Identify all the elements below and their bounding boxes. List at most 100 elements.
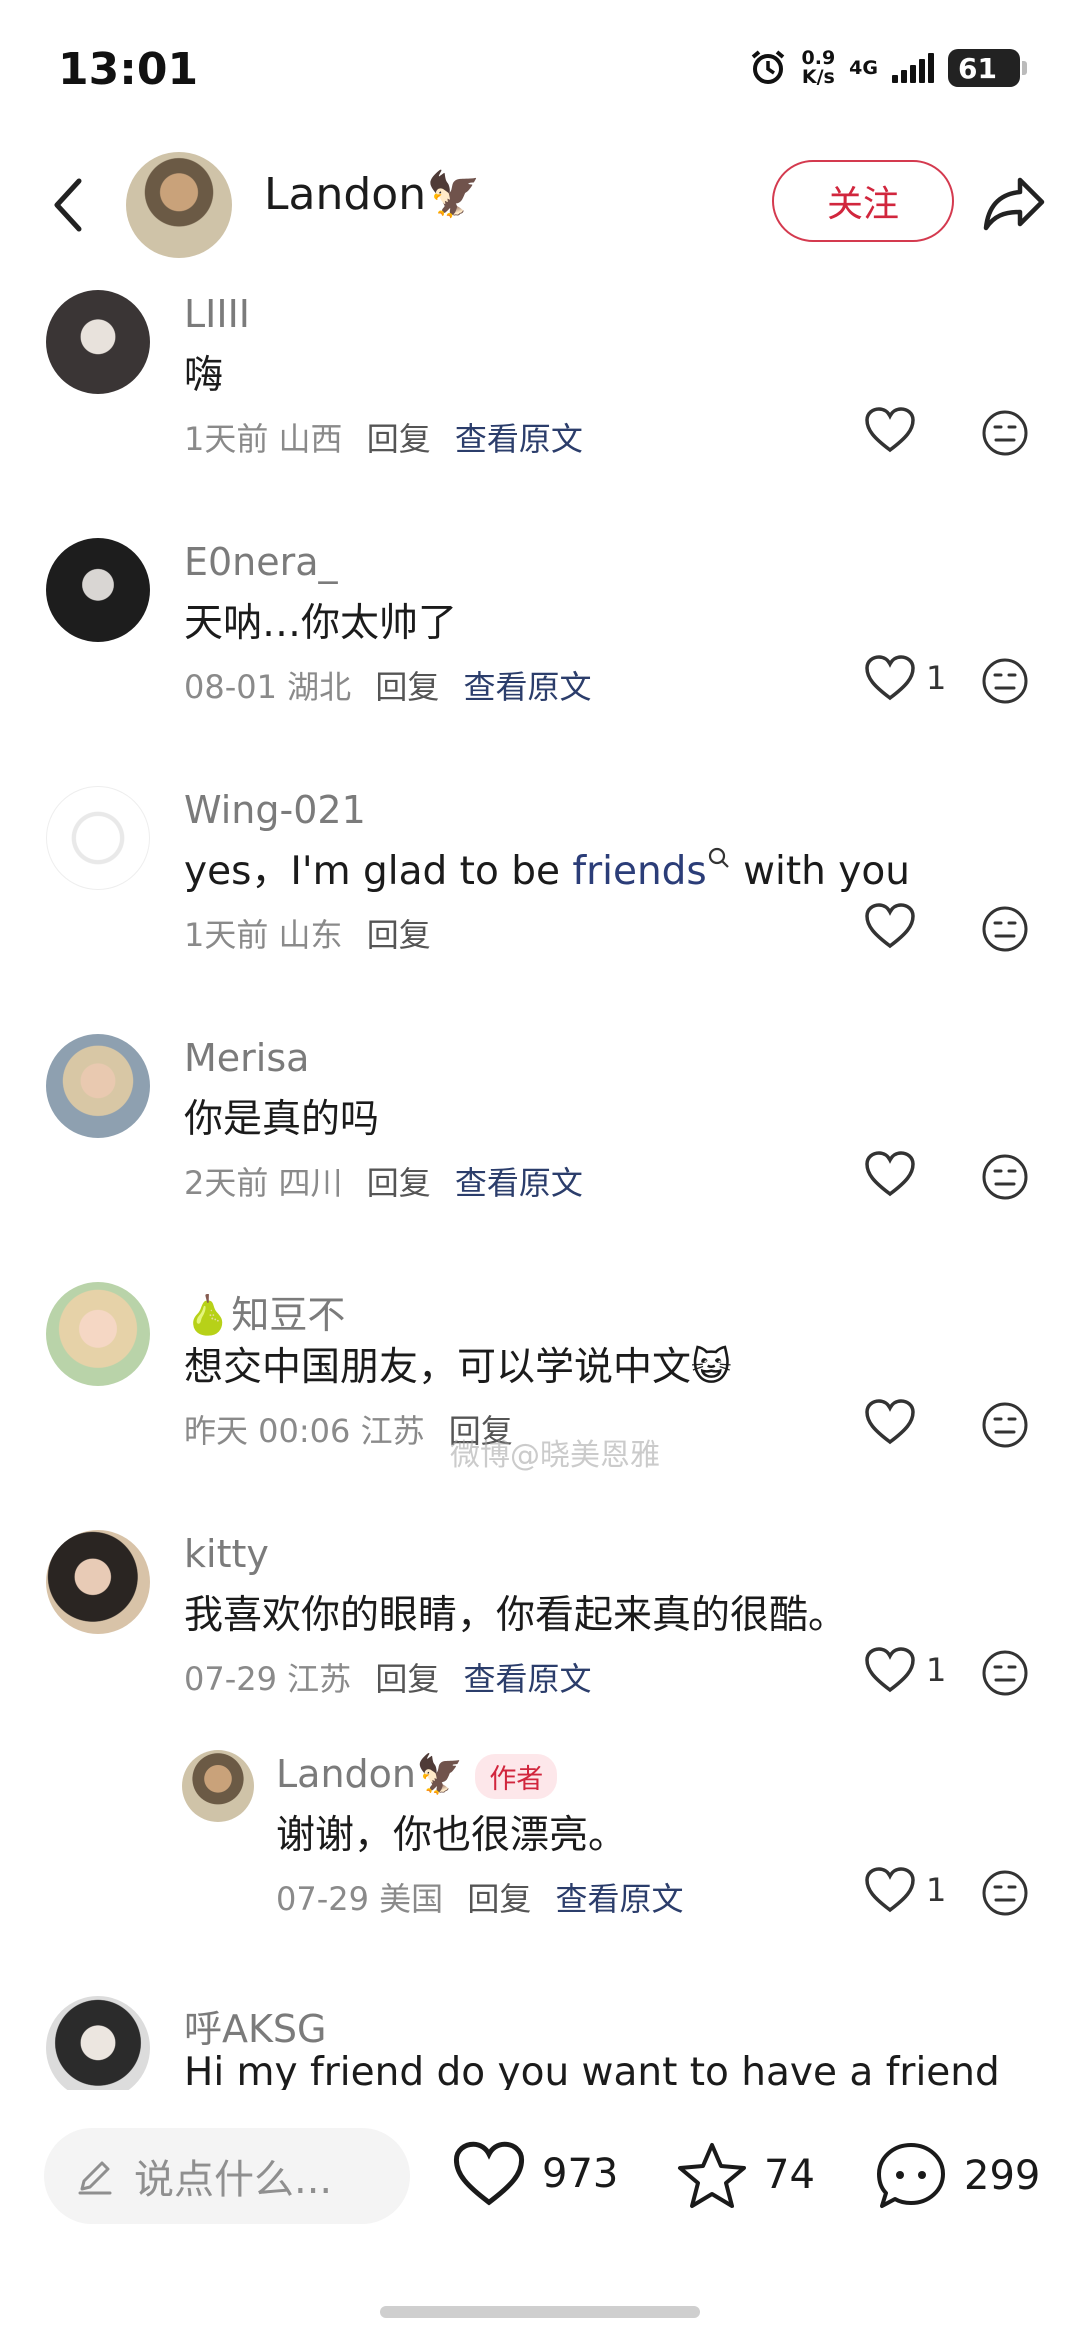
- comment-author[interactable]: 呼AKSG: [184, 1998, 326, 2053]
- comment-location: 山西: [278, 420, 343, 458]
- avatar[interactable]: [182, 1750, 254, 1822]
- comment-text[interactable]: 想交中国朋友，可以学说中文😺: [184, 1336, 732, 1392]
- status-bar: 13:01 0.9 K/s 4G 61: [0, 0, 1080, 140]
- view-original-button[interactable]: 查看原文: [455, 420, 583, 458]
- dislike-face-icon[interactable]: [980, 1400, 1030, 1450]
- comment-author[interactable]: 🍐知豆不: [184, 1284, 345, 1339]
- home-indicator[interactable]: [380, 2306, 700, 2318]
- status-icons: 0.9 K/s 4G 61: [748, 47, 1027, 88]
- view-original-button[interactable]: 查看原文: [556, 1880, 684, 1918]
- like-button[interactable]: [864, 1150, 926, 1198]
- view-original-button[interactable]: 查看原文: [464, 1660, 592, 1698]
- comment-location: 美国: [379, 1880, 444, 1918]
- dislike-face-icon[interactable]: [980, 1868, 1030, 1918]
- comment-date: 2天前: [184, 1164, 269, 1202]
- avatar[interactable]: [46, 1530, 150, 1634]
- comment-input-placeholder: 说点什么...: [134, 2157, 333, 2203]
- comment-list[interactable]: LIIII 嗨 1天前 山西 回复 查看原文 E0nera_ 天呐…你太帅了 0…: [0, 280, 1080, 2090]
- like-count: 1: [926, 659, 947, 697]
- heart-icon: [453, 2141, 525, 2206]
- comment-date: 07-29: [276, 1880, 369, 1918]
- dislike-face-icon[interactable]: [980, 1152, 1030, 1202]
- comment-location: 山东: [278, 916, 343, 954]
- comment-author[interactable]: Merisa: [184, 1036, 309, 1080]
- favorite-count: 74: [764, 2152, 815, 2198]
- dislike-face-icon[interactable]: [980, 656, 1030, 706]
- post-like-count: 973: [542, 2151, 619, 2197]
- comment-input[interactable]: 说点什么...: [44, 2128, 410, 2224]
- dislike-face-icon[interactable]: [980, 1648, 1030, 1698]
- author-name[interactable]: Landon🦅: [264, 168, 481, 220]
- signal-icon: [892, 53, 934, 83]
- reply-button[interactable]: 回复: [367, 420, 431, 458]
- reply-button[interactable]: 回复: [467, 1880, 531, 1918]
- reply-button[interactable]: 回复: [375, 1660, 439, 1698]
- comment-date: 07-29: [184, 1660, 277, 1698]
- like-button[interactable]: 1: [864, 654, 946, 702]
- comment-count: 299: [964, 2153, 1041, 2199]
- chat-bubble-icon: [877, 2143, 945, 2208]
- avatar[interactable]: [46, 538, 150, 642]
- heart-icon: [865, 903, 915, 949]
- avatar[interactable]: [46, 1034, 150, 1138]
- net-speed: 0.9 K/s: [801, 47, 836, 88]
- reply-button[interactable]: 回复: [367, 1164, 431, 1202]
- share-icon: [983, 177, 1045, 231]
- network-type: 4G: [849, 56, 878, 79]
- avatar[interactable]: [46, 290, 150, 394]
- comment-author[interactable]: LIIII: [184, 292, 250, 336]
- comment-text[interactable]: 我喜欢你的眼睛，你看起来真的很酷。: [184, 1584, 847, 1640]
- watermark: 微博@晓美恩雅: [450, 1438, 660, 1473]
- dislike-face-icon[interactable]: [980, 904, 1030, 954]
- avatar[interactable]: [46, 786, 150, 890]
- reply-button[interactable]: 回复: [375, 668, 439, 706]
- heart-icon: [865, 1867, 915, 1913]
- like-button[interactable]: [864, 1398, 926, 1446]
- view-original-button[interactable]: 查看原文: [455, 1164, 583, 1202]
- like-button[interactable]: 1: [864, 1646, 946, 1694]
- pencil-icon: [78, 2161, 112, 2195]
- author-avatar[interactable]: [126, 152, 232, 258]
- view-original-button[interactable]: 查看原文: [464, 668, 592, 706]
- comment-text[interactable]: yes，I'm glad to be friends with you: [184, 840, 910, 896]
- comment-author[interactable]: Wing-021: [184, 788, 366, 832]
- comment-date: 08-01: [184, 668, 277, 706]
- star-icon: [678, 2143, 746, 2208]
- comment-author[interactable]: kitty: [184, 1532, 269, 1576]
- reply-button[interactable]: 回复: [367, 916, 431, 954]
- like-button[interactable]: 1: [864, 1866, 946, 1914]
- favorite-button[interactable]: 74: [676, 2140, 815, 2210]
- like-button[interactable]: [864, 902, 926, 950]
- author-badge: 作者: [475, 1754, 558, 1799]
- search-icon: [708, 847, 729, 868]
- comment-location: 湖北: [287, 668, 352, 706]
- like-post-button[interactable]: 973: [452, 2140, 618, 2208]
- comments-button[interactable]: 299: [874, 2140, 1040, 2212]
- comment-location: 江苏: [287, 1660, 352, 1698]
- comment-location: 江苏: [360, 1412, 425, 1450]
- follow-button[interactable]: 关注: [772, 160, 954, 242]
- share-button[interactable]: [982, 174, 1046, 234]
- friends-search-link[interactable]: friends: [572, 849, 706, 894]
- avatar[interactable]: [46, 1282, 150, 1386]
- comment-author[interactable]: E0nera_: [184, 540, 338, 584]
- avatar[interactable]: [46, 1996, 150, 2090]
- comment-text[interactable]: Hi my friend do you want to have a frien…: [184, 2050, 1000, 2090]
- comment-meta: 08-01 湖北 回复 查看原文: [184, 662, 592, 708]
- back-button[interactable]: [38, 170, 98, 240]
- like-button[interactable]: [864, 406, 926, 454]
- like-count: 1: [926, 1871, 947, 1909]
- comment-date: 1天前: [184, 916, 269, 954]
- comment-text[interactable]: 嗨: [184, 344, 223, 400]
- comment-date: 1天前: [184, 420, 269, 458]
- comment-location: 四川: [278, 1164, 343, 1202]
- dislike-face-icon[interactable]: [980, 408, 1030, 458]
- comment-text[interactable]: 你是真的吗: [184, 1088, 379, 1144]
- comment-text[interactable]: 天呐…你太帅了: [184, 592, 457, 648]
- comment-author[interactable]: Landon🦅 作者: [276, 1752, 558, 1799]
- comment-meta: 07-29 美国 回复 查看原文: [276, 1874, 684, 1920]
- comment-meta: 1天前 山东 回复: [184, 910, 431, 956]
- heart-icon: [865, 1151, 915, 1197]
- heart-icon: [865, 1647, 915, 1693]
- comment-text[interactable]: 谢谢，你也很漂亮。: [276, 1804, 627, 1860]
